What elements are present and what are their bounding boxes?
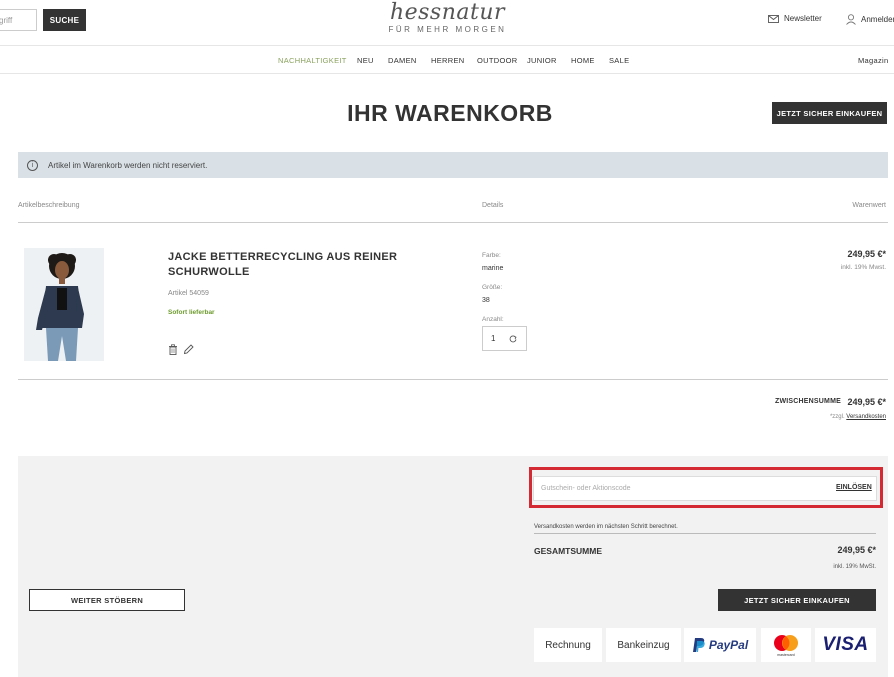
checkout-button-top[interactable]: JETZT SICHER EINKAUFEN [772,102,887,124]
page-title: IHR WARENKORB [347,100,553,126]
logo-wordmark: hessnatur [389,0,506,25]
product-image[interactable] [24,248,104,361]
redeem-coupon-button[interactable]: EINLÖSEN [836,484,872,491]
nav-item-damen[interactable]: DAMEN [388,56,417,65]
quantity-stepper[interactable]: 1 [482,326,527,351]
coupon-placeholder: Gutschein- oder Aktionscode [541,485,631,492]
mastercard-icon [774,634,798,651]
nav-item-home[interactable]: HOME [571,56,595,65]
nav-item-outdoor[interactable]: OUTDOOR [477,56,517,65]
size-value: 38 [482,297,490,304]
availability-status: Sofort lieferbar [168,309,215,316]
paypal-icon [692,638,705,652]
quantity-label: Anzahl: [482,316,504,323]
continue-shopping-button[interactable]: WEITER STÖBERN [29,589,185,611]
payment-mastercard: mastercard [761,628,811,662]
product-actions [168,344,194,355]
envelope-icon [768,14,779,23]
reservation-notice: i Artikel im Warenkorb werden nicht rese… [18,152,888,178]
col-head-description: Artikelbeschreibung [18,202,80,209]
nav-item-nachhaltigkeit[interactable]: NACHHALTIGKEIT [278,56,347,65]
shipping-costs-link[interactable]: Versandkosten [846,414,886,420]
product-name[interactable]: JACKE BETTERRECYCLING AUS REINER SCHURWO… [168,250,428,280]
shipping-cost-note: *zzgl. Versandkosten [830,414,886,420]
paypal-wordmark: PayPal [708,638,749,652]
shipping-note-prefix: *zzgl. [829,414,845,420]
col-head-details: Details [482,202,504,209]
nav-item-herren[interactable]: HERREN [431,56,464,65]
total-value: 249,95 €* [837,545,876,555]
subtotal-label: ZWISCHENSUMME [775,398,841,405]
edit-pencil-icon[interactable] [183,344,194,355]
size-label: Größe: [482,284,503,291]
payment-visa: VISA [815,628,876,662]
product-price: 249,95 €* [847,249,886,259]
total-tax-note: inkl. 19% MwSt. [833,564,876,570]
color-value: marine [482,265,504,272]
nav-item-junior[interactable]: JUNIOR [527,56,557,65]
notice-text: Artikel im Warenkorb werden nicht reserv… [48,160,208,170]
user-icon [846,14,856,25]
product-photo-illustration [24,248,104,361]
divider [18,222,888,223]
trash-icon[interactable] [168,344,178,355]
product-price-tax: inkl. 19% Mwst. [840,264,886,271]
total-label: GESAMTSUMME [534,546,602,556]
login-label: Anmelden [861,15,894,24]
info-icon: i [27,159,38,171]
nav-item-neu[interactable]: NEU [357,56,374,65]
product-sku: Artikel 54059 [168,290,209,297]
main-nav: NACHHALTIGKEIT NEU DAMEN HERREN OUTDOOR … [0,47,894,74]
checkout-button-bottom[interactable]: JETZT SICHER EINKAUFEN [718,589,876,611]
nav-item-sale[interactable]: SALE [609,56,629,65]
subtotal-value: 249,95 €* [847,397,886,407]
mastercard-wordmark: mastercard [777,652,795,657]
nav-item-magazin[interactable]: Magazin [858,56,888,65]
payment-paypal: PayPal [684,628,756,662]
payment-direct-debit: Bankeinzug [606,628,681,662]
color-label: Farbe: [482,252,501,259]
divider [534,533,876,534]
shipping-calc-note: Versandkosten werden im nächsten Schritt… [534,524,678,530]
newsletter-label: Newsletter [784,14,822,23]
payment-invoice: Rechnung [534,628,602,662]
site-header: griff SUCHE hessnatur FÜR MEHR MORGEN Ne… [0,0,894,46]
quantity-value: 1 [491,334,496,343]
logo-tagline: FÜR MEHR MORGEN [388,25,507,34]
refresh-icon[interactable] [509,334,518,343]
search-button[interactable]: SUCHE [43,9,86,31]
divider [18,379,888,380]
login-link[interactable]: Anmelden [846,14,894,25]
newsletter-link[interactable]: Newsletter [768,14,822,23]
col-head-value: Warenwert [852,202,886,209]
search-input[interactable]: griff [0,9,37,31]
logo[interactable]: hessnatur FÜR MEHR MORGEN [370,0,525,34]
